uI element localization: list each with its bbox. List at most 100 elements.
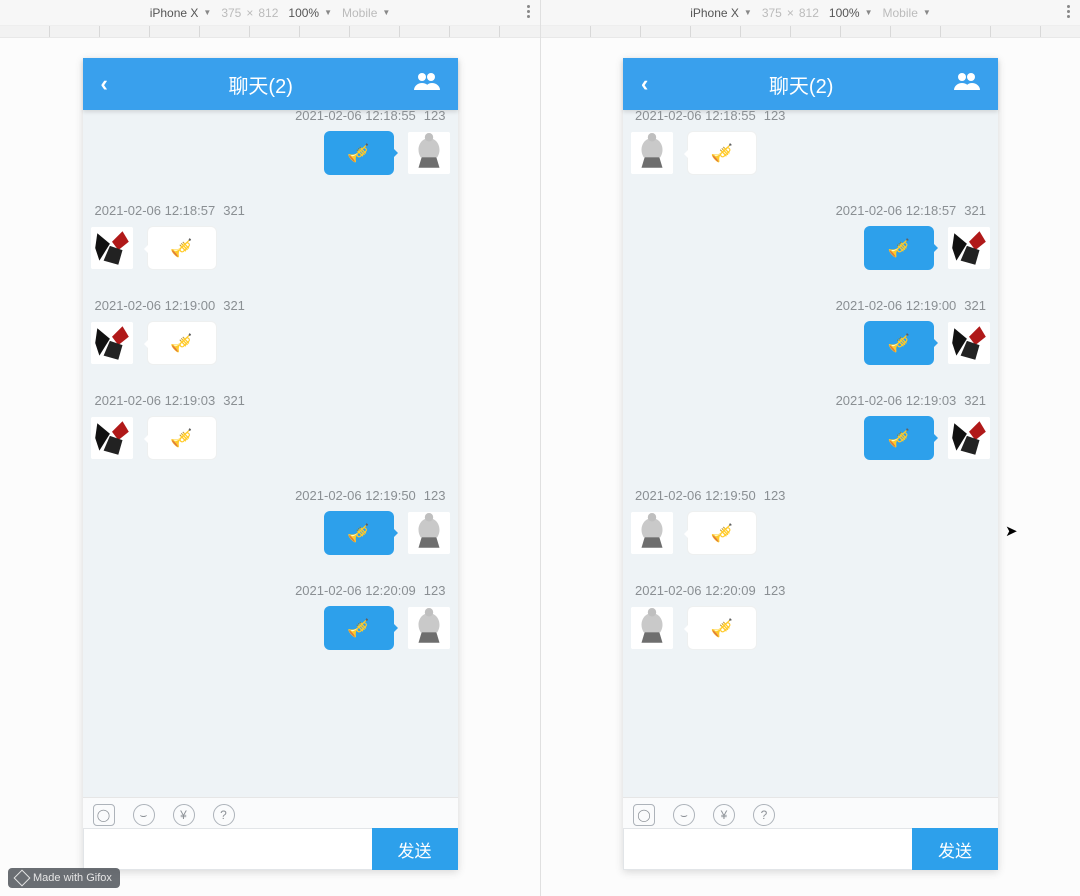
message-bubble[interactable]: 🎺: [687, 606, 757, 650]
message-input[interactable]: [623, 828, 912, 870]
mode-label: Mobile: [883, 6, 918, 20]
device-label: iPhone X: [690, 6, 739, 20]
dimensions[interactable]: 375 × 812: [762, 6, 819, 20]
meta-time: 2021-02-06 12:18:57: [836, 203, 957, 218]
help-icon[interactable]: ?: [213, 804, 235, 826]
dimensions[interactable]: 375 × 812: [221, 6, 278, 20]
kebab-menu-icon[interactable]: [1067, 5, 1070, 18]
message-row: 🎺: [631, 416, 990, 460]
yuan-icon[interactable]: ¥: [173, 804, 195, 826]
devtools-panel-right: iPhone X▼ 375 × 812 100%▼ Mobile▼ ‹ 聊天(2…: [540, 0, 1080, 896]
dimension-times: ×: [246, 6, 253, 20]
phone-frame: ‹ 聊天(2) 2021-02-06 12:18:55123🎺2021-02-0…: [623, 58, 998, 870]
message-bubble[interactable]: 🎺: [324, 511, 394, 555]
avatar-user-321[interactable]: [91, 322, 133, 364]
gifox-icon: [14, 870, 31, 887]
chat-header: ‹ 聊天(2): [83, 58, 458, 110]
device-selector[interactable]: iPhone X▼: [150, 6, 212, 20]
message-bubble[interactable]: 🎺: [864, 321, 934, 365]
send-row: 发送: [83, 828, 458, 870]
chat-footer: ◯ ⌣ ¥ ? 发送: [83, 797, 458, 870]
avatar-user-321[interactable]: [948, 322, 990, 364]
meta-user: 321: [964, 393, 986, 408]
meta-user: 123: [764, 583, 786, 598]
message-row: 🎺: [91, 416, 450, 460]
meta-time: 2021-02-06 12:18:57: [95, 203, 216, 218]
device-stage: ‹ 聊天(2) 2021-02-06 12:18:55123🎺2021-02-0…: [0, 38, 540, 896]
device-stage: ‹ 聊天(2) 2021-02-06 12:18:55123🎺2021-02-0…: [541, 38, 1080, 896]
send-row: 发送: [623, 828, 998, 870]
avatar-user-321[interactable]: [948, 417, 990, 459]
meta-user: 321: [964, 298, 986, 313]
dimension-height[interactable]: 812: [799, 6, 819, 20]
mode-selector[interactable]: Mobile▼: [883, 6, 931, 20]
dimension-width[interactable]: 375: [762, 6, 782, 20]
meta-time: 2021-02-06 12:19:00: [95, 298, 216, 313]
avatar-user-123[interactable]: [408, 512, 450, 554]
yuan-icon[interactable]: ¥: [713, 804, 735, 826]
message-bubble[interactable]: 🎺: [864, 416, 934, 460]
meta-time: 2021-02-06 12:19:03: [95, 393, 216, 408]
message-row: 🎺: [91, 226, 450, 270]
kebab-menu-icon[interactable]: [527, 5, 530, 18]
camera-icon[interactable]: ◯: [93, 804, 115, 826]
avatar-user-321[interactable]: [91, 417, 133, 459]
message-row: 🎺: [91, 131, 450, 175]
devtools-panel-left: iPhone X▼ 375 × 812 100%▼ Mobile▼ ‹ 聊天(2…: [0, 0, 540, 896]
zoom-selector[interactable]: 100%▼: [829, 6, 873, 20]
avatar-user-321[interactable]: [91, 227, 133, 269]
message-row: 🎺: [631, 511, 990, 555]
message-bubble[interactable]: 🎺: [687, 131, 757, 175]
meta-time: 2021-02-06 12:19:00: [836, 298, 957, 313]
avatar-user-123[interactable]: [631, 132, 673, 174]
chevron-down-icon: ▼: [324, 8, 332, 17]
avatar-user-321[interactable]: [948, 227, 990, 269]
message-bubble[interactable]: 🎺: [324, 606, 394, 650]
avatar-user-123[interactable]: [631, 512, 673, 554]
message-meta: 2021-02-06 12:19:50123: [89, 482, 452, 507]
message-input[interactable]: [83, 828, 372, 870]
chat-body-left[interactable]: 2021-02-06 12:18:55123🎺2021-02-06 12:18:…: [83, 110, 458, 797]
device-label: iPhone X: [150, 6, 199, 20]
chat-header: ‹ 聊天(2): [623, 58, 998, 110]
message-bubble[interactable]: 🎺: [147, 321, 217, 365]
message-row: 🎺: [631, 606, 990, 650]
message-bubble[interactable]: 🎺: [147, 226, 217, 270]
send-button[interactable]: 发送: [912, 828, 998, 870]
mode-selector[interactable]: Mobile▼: [342, 6, 390, 20]
message-row: 🎺: [91, 511, 450, 555]
zoom-label: 100%: [288, 6, 319, 20]
smile-icon[interactable]: ⌣: [673, 804, 695, 826]
message-meta: 2021-02-06 12:20:09123: [629, 577, 992, 602]
footer-icon-row: ◯ ⌣ ¥ ?: [83, 798, 458, 828]
group-icon[interactable]: [414, 72, 440, 96]
message-bubble[interactable]: 🎺: [147, 416, 217, 460]
message-bubble[interactable]: 🎺: [324, 131, 394, 175]
devtools-toolbar: iPhone X▼ 375 × 812 100%▼ Mobile▼: [541, 0, 1080, 26]
message-row: 🎺: [631, 131, 990, 175]
meta-user: 123: [764, 488, 786, 503]
chevron-down-icon: ▼: [382, 8, 390, 17]
dimension-width[interactable]: 375: [221, 6, 241, 20]
meta-user: 321: [223, 393, 245, 408]
smile-icon[interactable]: ⌣: [133, 804, 155, 826]
meta-time: 2021-02-06 12:19:03: [836, 393, 957, 408]
avatar-user-123[interactable]: [631, 607, 673, 649]
chat-body-right[interactable]: 2021-02-06 12:18:55123🎺2021-02-06 12:18:…: [623, 110, 998, 797]
help-icon[interactable]: ?: [753, 804, 775, 826]
message-bubble[interactable]: 🎺: [687, 511, 757, 555]
avatar-user-123[interactable]: [408, 607, 450, 649]
gifox-watermark: Made with Gifox: [8, 868, 120, 888]
back-icon[interactable]: ‹: [101, 71, 108, 97]
back-icon[interactable]: ‹: [641, 71, 648, 97]
group-icon[interactable]: [954, 72, 980, 96]
avatar-user-123[interactable]: [408, 132, 450, 174]
device-selector[interactable]: iPhone X▼: [690, 6, 752, 20]
message-meta: 2021-02-06 12:19:03 321: [89, 387, 452, 412]
camera-icon[interactable]: ◯: [633, 804, 655, 826]
message-bubble[interactable]: 🎺: [864, 226, 934, 270]
send-button[interactable]: 发送: [372, 828, 458, 870]
dimension-height[interactable]: 812: [258, 6, 278, 20]
meta-user: 123: [424, 110, 446, 123]
zoom-selector[interactable]: 100% ▼: [288, 6, 332, 20]
